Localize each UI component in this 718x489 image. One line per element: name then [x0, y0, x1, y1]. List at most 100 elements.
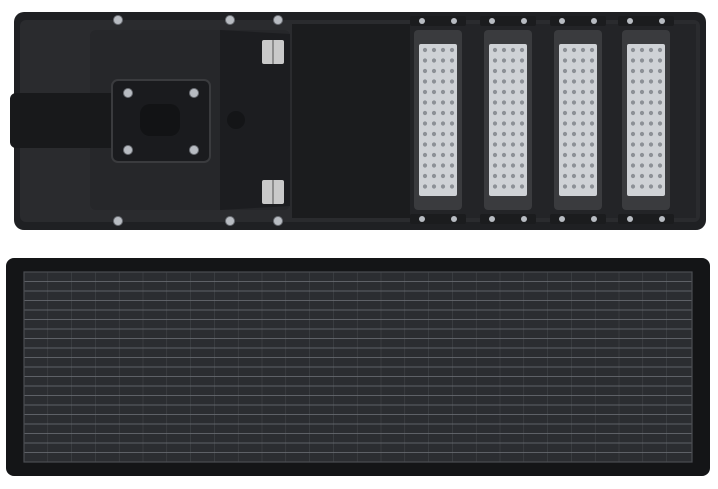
- led-chip: [571, 110, 577, 116]
- led-chip: [580, 142, 586, 147]
- led-top-clip: [550, 16, 606, 26]
- led-chip: [510, 58, 516, 63]
- led-chip: [657, 142, 663, 147]
- led-chip: [657, 68, 663, 74]
- led-chip: [510, 142, 516, 147]
- led-chip: [440, 121, 446, 126]
- led-chip: [422, 47, 428, 53]
- led-chip: [562, 163, 568, 168]
- led-chip: [440, 152, 446, 158]
- led-chip: [657, 173, 663, 179]
- led-module-2: [480, 16, 536, 224]
- led-chip: [501, 47, 507, 53]
- led-chip: [510, 173, 516, 179]
- led-chip: [422, 152, 428, 158]
- led-chip: [440, 68, 446, 74]
- led-chip: [510, 89, 516, 95]
- led-chip: [562, 173, 568, 179]
- led-chip: [422, 131, 428, 137]
- led-chip: [648, 68, 654, 74]
- led-chip: [589, 68, 595, 74]
- led-chip: [562, 100, 568, 105]
- led-chip: [492, 100, 498, 105]
- led-chip: [648, 173, 654, 179]
- led-chip: [431, 163, 437, 168]
- led-chip: [562, 68, 568, 74]
- led-chip: [492, 142, 498, 147]
- led-chip: [562, 58, 568, 63]
- led-chip: [639, 68, 645, 74]
- led-chip: [449, 110, 455, 116]
- led-chip: [449, 47, 455, 53]
- led-screw: [419, 18, 425, 24]
- led-chip: [580, 173, 586, 179]
- led-chip: [449, 131, 455, 137]
- led-module-1: [410, 16, 466, 224]
- led-chip: [440, 79, 446, 84]
- led-chip: [648, 100, 654, 105]
- led-chip: [440, 100, 446, 105]
- led-chip: [589, 58, 595, 63]
- led-chip: [510, 47, 516, 53]
- led-chip: [630, 142, 636, 147]
- led-chip: [580, 89, 586, 95]
- product-photo: [0, 0, 718, 489]
- led-screw: [451, 216, 457, 222]
- led-chip: [422, 110, 428, 116]
- led-chip: [440, 110, 446, 116]
- led-chip: [630, 163, 636, 168]
- led-top-clip: [410, 16, 466, 26]
- led-chip: [449, 89, 455, 95]
- led-chip: [519, 142, 525, 147]
- led-chip: [422, 100, 428, 105]
- led-chip: [440, 184, 446, 189]
- led-chip: [648, 152, 654, 158]
- led-chip: [431, 110, 437, 116]
- bolt-1: [123, 88, 133, 98]
- bolt-5: [113, 15, 123, 25]
- led-chip: [562, 79, 568, 84]
- led-chip: [648, 131, 654, 137]
- led-chip: [630, 121, 636, 126]
- led-chip: [519, 100, 525, 105]
- led-chip: [501, 89, 507, 95]
- led-screw: [627, 216, 633, 222]
- led-chip: [571, 79, 577, 84]
- led-screw: [521, 18, 527, 24]
- led-chip: [519, 110, 525, 116]
- led-chip: [422, 184, 428, 189]
- led-chip: [510, 110, 516, 116]
- led-chip: [431, 184, 437, 189]
- led-chip: [562, 89, 568, 95]
- led-chip: [648, 89, 654, 95]
- led-chip: [571, 100, 577, 105]
- led-chip: [580, 110, 586, 116]
- led-chip: [422, 58, 428, 63]
- led-chip: [580, 79, 586, 84]
- led-chip: [589, 142, 595, 147]
- led-chip: [580, 131, 586, 137]
- led-chip: [580, 47, 586, 53]
- led-chip: [422, 163, 428, 168]
- led-chip: [501, 184, 507, 189]
- led-chip: [501, 131, 507, 137]
- led-board: [627, 44, 665, 196]
- led-chip: [657, 163, 663, 168]
- led-chip: [449, 142, 455, 147]
- led-chip: [589, 131, 595, 137]
- led-chip: [449, 100, 455, 105]
- led-chip: [440, 142, 446, 147]
- led-chip: [519, 58, 525, 63]
- led-module-3: [550, 16, 606, 224]
- led-chip: [630, 100, 636, 105]
- led-chip: [571, 89, 577, 95]
- led-chip: [630, 131, 636, 137]
- led-chip: [440, 89, 446, 95]
- led-chip: [440, 47, 446, 53]
- led-chip: [657, 79, 663, 84]
- led-chip: [589, 110, 595, 116]
- led-chip: [589, 184, 595, 189]
- led-screw: [559, 216, 565, 222]
- led-chip: [571, 47, 577, 53]
- led-chip: [519, 89, 525, 95]
